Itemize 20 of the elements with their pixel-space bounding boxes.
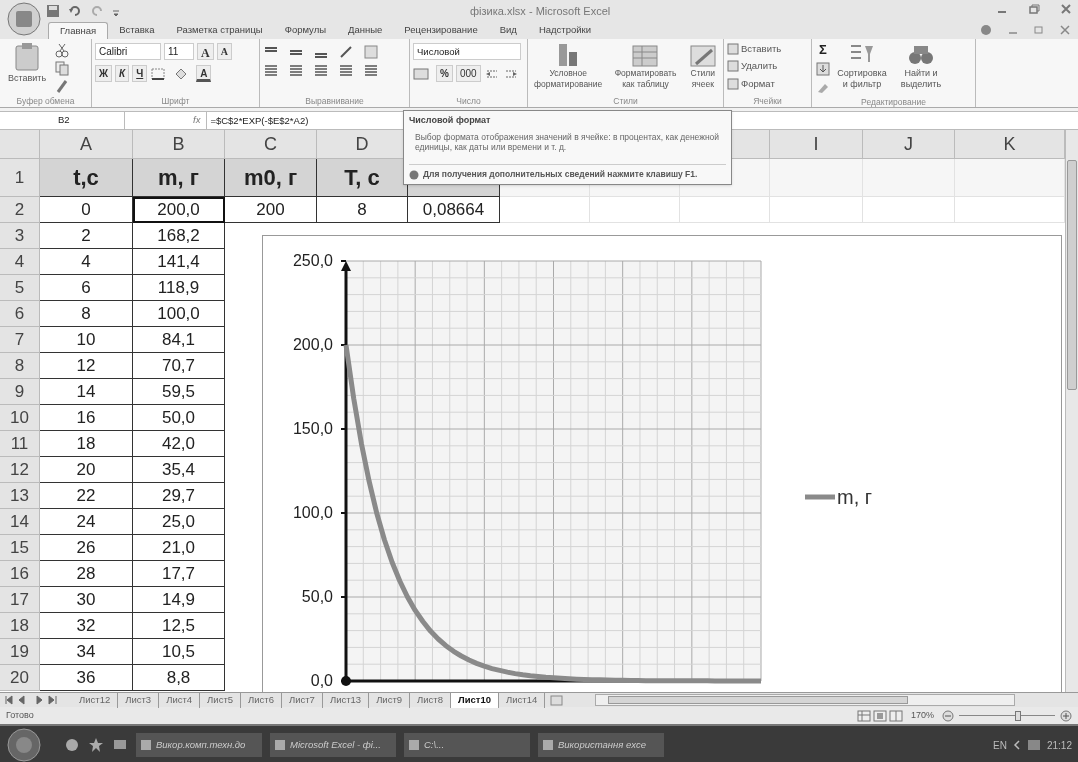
group-label: Ячейки [753,95,782,107]
legend-label: m, г [837,485,873,510]
status-text: Готово [6,708,34,722]
axis-tick-label: 50,0 [301,588,333,606]
clock: 21:12 [1046,738,1072,753]
tooltip-help-text: Для получения дополнительных сведений нажмите клавишу F1. [423,168,698,181]
tooltip-title: Числовой формат [409,114,492,127]
axis-tick-label: 200,0 [292,336,333,354]
window-title: фізика.xlsx - Microsoft Excel [470,4,611,19]
axis-tick-label: 0,0 [310,672,333,690]
group-label: Выравнивание [305,95,364,107]
group-label: Редактирование [861,96,926,108]
group-label: Число [456,95,481,107]
axis-tick-label: 250,0 [292,252,333,270]
axis-tick-label: 100,0 [292,504,333,522]
group-label: Буфер обмена [16,95,75,107]
tooltip-text: Выбор формата отображения значений в ячейке: в процентах, как денежной единицы, как даты или времени и т. д. [414,131,721,152]
group-label: Шрифт [161,95,190,107]
axis-tick-label: 150,0 [292,420,333,438]
group-label: Стили [613,95,638,107]
